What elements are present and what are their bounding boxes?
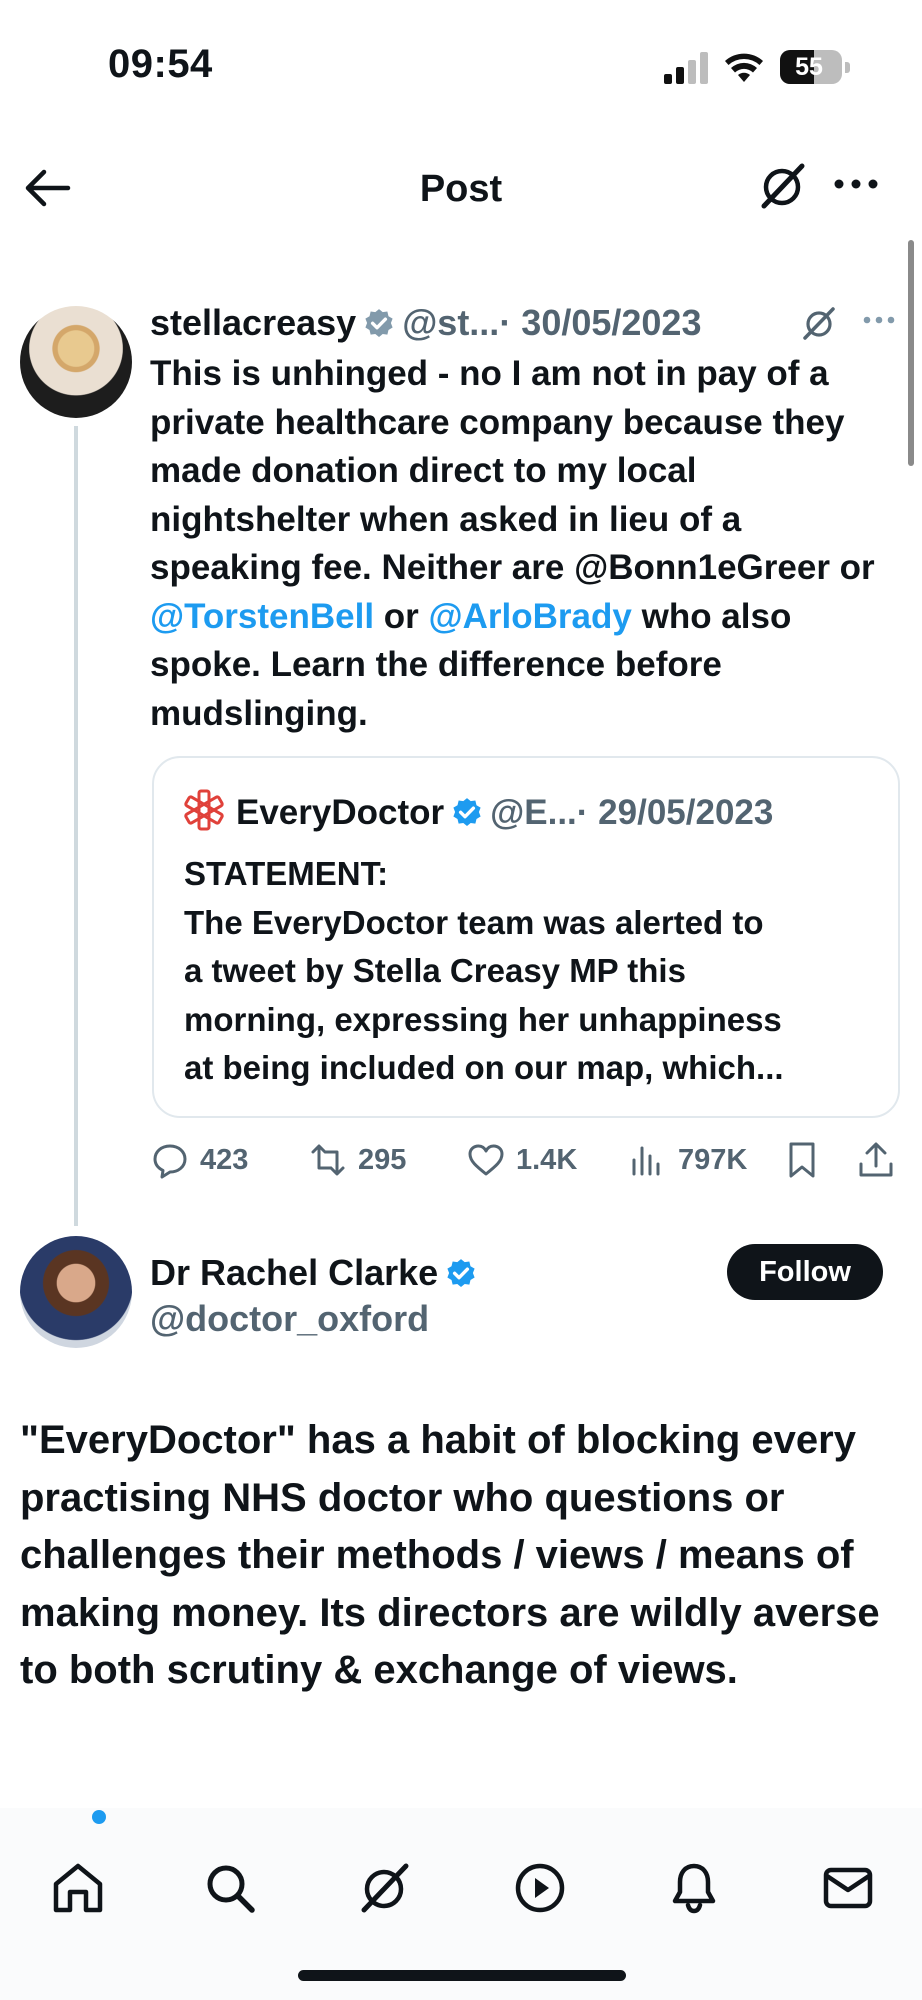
quoted-author-name: EveryDoctor	[236, 793, 445, 832]
status-time: 09:54	[108, 42, 213, 86]
mail-icon[interactable]	[820, 1860, 876, 1916]
reply-icon	[153, 1144, 187, 1179]
verified-badge-icon	[365, 309, 393, 338]
home-indicator[interactable]	[298, 1970, 626, 1981]
quoted-text-line: The EveryDoctor team was alerted to	[184, 903, 764, 941]
tweet-text: This is unhinged - no I am not in pay of…	[150, 350, 900, 738]
avatar[interactable]	[20, 1236, 132, 1348]
status-bar: 09:54 55	[0, 0, 922, 120]
tweet-text-part: This is unhinged - no I am not in pay of…	[150, 354, 875, 587]
repost-count: 295	[358, 1143, 407, 1176]
quoted-tweet-date: · 29/05/2023	[576, 793, 774, 832]
battery-indicator: 55	[780, 50, 850, 84]
mention-link[interactable]: @TorstenBell	[150, 597, 374, 636]
video-icon[interactable]	[512, 1860, 568, 1916]
thread-connector	[74, 426, 78, 1226]
reply-count: 423	[200, 1143, 249, 1176]
reply-author-name[interactable]: Dr Rachel Clarke	[150, 1252, 438, 1293]
tweet-text-part: or	[374, 596, 429, 636]
grok-icon[interactable]	[756, 160, 808, 212]
verified-badge-icon	[447, 1259, 475, 1288]
grok-icon[interactable]	[800, 304, 838, 342]
bookmark-button[interactable]	[782, 1134, 832, 1186]
reply-author-row: Dr Rachel Clarke	[150, 1248, 484, 1298]
quoted-text-line: STATEMENT:	[184, 855, 389, 892]
views-button[interactable]: 797K	[628, 1134, 747, 1186]
repost-button[interactable]: 295	[308, 1134, 406, 1186]
bell-icon[interactable]	[666, 1860, 722, 1916]
home-notification-dot	[92, 1810, 106, 1824]
avatar[interactable]	[20, 306, 132, 418]
mention-link[interactable]: @ArloBrady	[429, 597, 632, 636]
views-chart-icon	[632, 1146, 660, 1176]
tweet-date[interactable]: · 30/05/2023	[499, 302, 701, 343]
reply-button[interactable]: 423	[150, 1134, 248, 1186]
quoted-text-line: a tweet by Stella Creasy MP this	[184, 952, 686, 989]
scrollbar[interactable]	[908, 240, 914, 466]
tweet-header: stellacreasy @st...· 30/05/2023	[150, 298, 890, 348]
like-button[interactable]: 1.4K	[466, 1134, 577, 1186]
quoted-author-handle: @E...	[490, 793, 577, 832]
home-icon[interactable]	[50, 1860, 106, 1916]
everydoctor-logo-icon	[184, 789, 224, 831]
quoted-text-line: at being included on our map, which...	[184, 1049, 784, 1086]
bottom-navigation	[0, 1808, 922, 2000]
author-handle[interactable]: @st...	[402, 302, 499, 343]
quoted-tweet-header: EveryDoctor @E...· 29/05/2023	[182, 788, 773, 838]
repost-icon	[311, 1144, 345, 1176]
quoted-tweet-text: STATEMENT: The EveryDoctor team was aler…	[184, 850, 884, 1093]
reply-text: "EveryDoctor" has a habit of blocking ev…	[20, 1418, 880, 1692]
grok-icon[interactable]	[356, 1860, 412, 1916]
more-options-icon[interactable]	[832, 174, 880, 194]
quoted-tweet-card[interactable]: EveryDoctor @E...· 29/05/2023 STATEMENT: …	[152, 756, 900, 1118]
cellular-signal-icon	[664, 52, 708, 84]
tweet-action-bar: 423 295 1.4K 797K	[150, 1134, 900, 1186]
author-name[interactable]: stellacreasy	[150, 302, 356, 343]
view-count: 797K	[678, 1143, 748, 1176]
reply-author-handle[interactable]: @doctor_oxford	[150, 1294, 429, 1344]
heart-icon	[468, 1144, 504, 1176]
share-icon	[859, 1142, 893, 1177]
battery-percentage: 55	[795, 53, 823, 81]
verified-badge-icon	[453, 798, 481, 827]
search-icon[interactable]	[202, 1860, 258, 1916]
more-options-icon[interactable]	[862, 312, 896, 328]
follow-button[interactable]: Follow	[727, 1244, 883, 1300]
wifi-icon	[725, 53, 763, 82]
bookmark-icon	[789, 1142, 815, 1178]
like-count: 1.4K	[516, 1143, 578, 1176]
quoted-text-line: morning, expressing her unhappiness	[184, 1000, 782, 1038]
share-button[interactable]	[856, 1134, 906, 1186]
post-header: Post	[0, 150, 922, 230]
